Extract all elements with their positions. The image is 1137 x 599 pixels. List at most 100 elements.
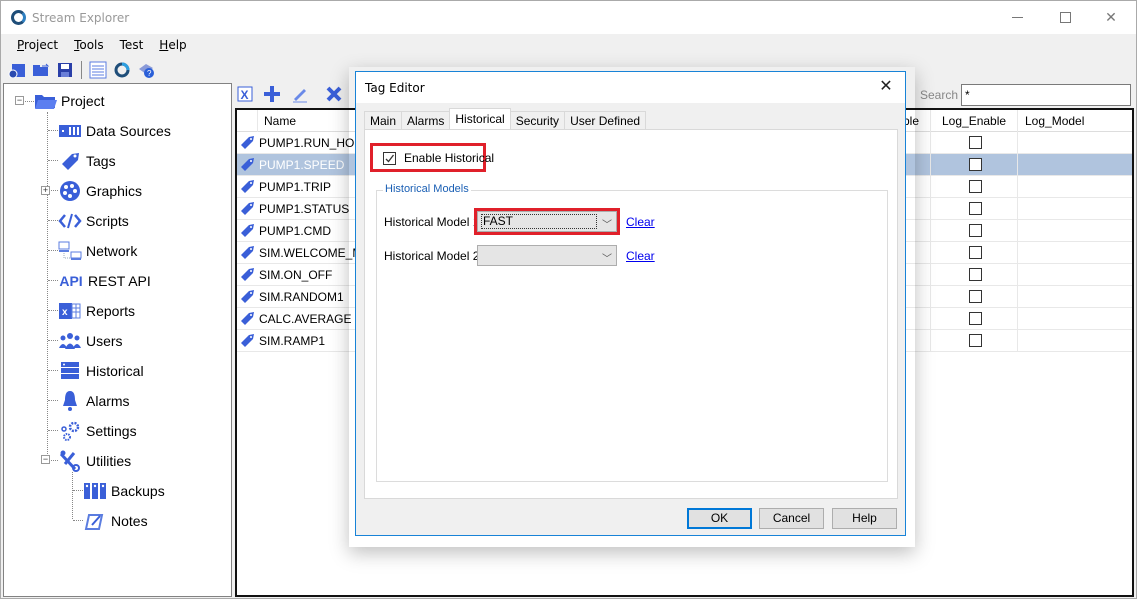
tree-label: Backups	[111, 483, 165, 499]
enable-historical-checkbox[interactable]	[383, 152, 396, 165]
column-header-name[interactable]: Name	[264, 114, 296, 128]
model1-clear-link[interactable]: Clear	[626, 215, 655, 229]
column-header-log-enable[interactable]: Log_Enable	[942, 114, 1006, 128]
tree-item-tags[interactable]: Tags	[58, 149, 116, 173]
tree-connector	[48, 160, 58, 161]
tab-main[interactable]: Main	[364, 111, 403, 129]
add-icon	[264, 86, 280, 102]
help-book-button[interactable]: ?	[136, 61, 156, 79]
collapse-project-toggle[interactable]: −	[15, 96, 24, 105]
tree-connector	[48, 340, 58, 341]
tab-alarms[interactable]: Alarms	[401, 111, 451, 129]
menu-tools[interactable]: Tools	[66, 36, 112, 56]
model2-select[interactable]: ﹀	[477, 245, 617, 266]
add-tag-button[interactable]	[263, 85, 281, 106]
tree-label: Users	[86, 333, 123, 349]
tree-item-utilities[interactable]: Utilities	[58, 449, 131, 473]
log-enable-checkbox[interactable]	[969, 334, 982, 347]
code-icon	[58, 210, 82, 232]
tree-item-settings[interactable]: Settings	[58, 419, 137, 443]
model1-select[interactable]: FAST ﹀	[477, 211, 617, 232]
enable-historical-highlight: Enable Historical	[370, 143, 494, 172]
close-button[interactable]: ✕	[1088, 1, 1134, 34]
cancel-button[interactable]: Cancel	[759, 508, 824, 529]
tree-item-scripts[interactable]: Scripts	[58, 209, 129, 233]
column-divider	[930, 220, 931, 242]
column-divider	[930, 286, 931, 308]
menu-test[interactable]: Test	[112, 36, 152, 56]
stream-button[interactable]	[112, 61, 132, 79]
new-project-button[interactable]	[7, 61, 27, 79]
tag-icon	[239, 157, 255, 176]
dialog-close-button[interactable]: ✕	[873, 76, 899, 98]
tree-item-reports[interactable]: x Reports	[58, 299, 135, 323]
excel-export-button[interactable]: X	[237, 86, 253, 105]
tag-icon	[239, 289, 255, 308]
delete-icon	[326, 86, 342, 102]
column-header-log-model[interactable]: Log_Model	[1025, 114, 1084, 128]
tree-root-project[interactable]: Project	[33, 89, 105, 113]
tree-item-notes[interactable]: Notes	[83, 509, 148, 533]
column-divider	[930, 264, 931, 286]
tree-item-users[interactable]: Users	[58, 329, 123, 353]
tab-historical[interactable]: Historical	[449, 108, 511, 129]
tree-connector	[48, 310, 58, 311]
column-divider	[930, 198, 931, 220]
log-enable-checkbox[interactable]	[969, 136, 982, 149]
open-project-button[interactable]	[31, 61, 51, 79]
search-label: Search	[920, 88, 959, 102]
tree-label: Historical	[86, 363, 144, 379]
menu-accel: H	[159, 38, 169, 52]
minimize-icon	[1011, 17, 1023, 18]
api-icon: API	[59, 273, 83, 289]
tab-user-defined[interactable]: User Defined	[564, 111, 647, 129]
log-enable-checkbox[interactable]	[969, 246, 982, 259]
tag-icon	[239, 201, 255, 220]
collapse-utilities-toggle[interactable]: −	[41, 455, 50, 464]
tag-icon	[239, 333, 255, 352]
log-enable-checkbox[interactable]	[969, 180, 982, 193]
help-button[interactable]: Help	[832, 508, 897, 529]
column-divider	[257, 110, 258, 132]
log-enable-checkbox[interactable]	[969, 202, 982, 215]
ok-button[interactable]: OK	[687, 508, 752, 529]
log-enable-checkbox[interactable]	[969, 268, 982, 281]
expand-graphics-toggle[interactable]: +	[41, 186, 50, 195]
tree-label: Notes	[111, 513, 148, 529]
tag-icon	[239, 135, 255, 154]
list-view-button[interactable]	[88, 61, 108, 79]
tag-name-cell: PUMP1.CMD	[259, 224, 332, 238]
search-input[interactable]	[961, 84, 1131, 106]
menu-label: ools	[79, 38, 104, 52]
dialog-tabs: Main Alarms Historical Security User Def…	[364, 108, 647, 129]
tree-item-alarms[interactable]: Alarms	[58, 389, 130, 413]
log-enable-checkbox[interactable]	[969, 290, 982, 303]
model1-label: Historical Model 1	[384, 215, 480, 229]
tree-label: Data Sources	[86, 123, 171, 139]
menu-project[interactable]: Project	[9, 36, 66, 56]
tree-item-backups[interactable]: Backups	[83, 479, 165, 503]
model2-label: Historical Model 2	[384, 249, 480, 263]
tree-item-historical[interactable]: Historical	[58, 359, 144, 383]
column-divider	[1017, 154, 1018, 176]
log-enable-checkbox[interactable]	[969, 158, 982, 171]
log-enable-checkbox[interactable]	[969, 224, 982, 237]
menu-label: roject	[24, 38, 59, 52]
tab-security[interactable]: Security	[509, 111, 566, 129]
minimize-button[interactable]	[994, 1, 1040, 34]
edit-tag-button[interactable]	[291, 85, 309, 106]
menu-help[interactable]: Help	[151, 36, 194, 56]
tree-item-data-sources[interactable]: Data Sources	[58, 119, 171, 143]
tree-item-graphics[interactable]: Graphics	[58, 179, 142, 203]
maximize-button[interactable]	[1042, 1, 1088, 34]
log-enable-checkbox[interactable]	[969, 312, 982, 325]
delete-tag-button[interactable]	[325, 85, 343, 106]
tag-name-cell: PUMP1.SPEED	[259, 158, 345, 172]
excel-icon: x	[58, 300, 82, 322]
column-divider	[1017, 220, 1018, 242]
tree-item-rest-api[interactable]: API REST API	[58, 269, 150, 293]
notes-icon	[83, 510, 107, 532]
tree-item-network[interactable]: Network	[58, 239, 137, 263]
save-button[interactable]	[55, 61, 75, 79]
model2-clear-link[interactable]: Clear	[626, 249, 655, 263]
